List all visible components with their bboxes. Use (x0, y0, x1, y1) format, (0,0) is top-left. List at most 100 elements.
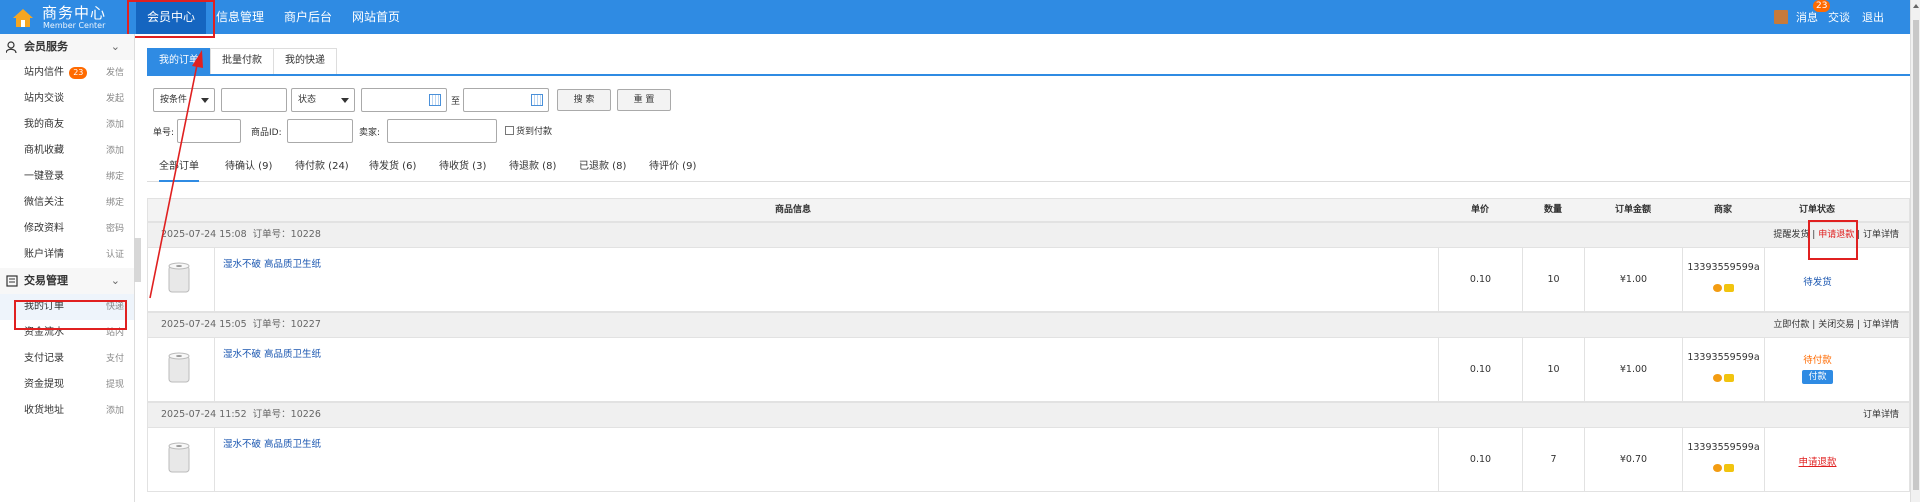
merchant-name[interactable]: 13393559599a (1683, 262, 1764, 273)
sidebar-item-action[interactable]: 添加 (106, 112, 124, 138)
cod-checkbox[interactable] (505, 126, 514, 135)
order-detail-link[interactable]: 订单详情 (1863, 320, 1899, 330)
highlight-refund-box (1808, 220, 1858, 260)
product-id-label: 商品ID: (251, 128, 282, 138)
scrollbar-thumb[interactable] (1913, 20, 1919, 490)
nav-info-management[interactable]: 信息管理 (206, 0, 274, 34)
order-number: 订单号：10226 (252, 409, 321, 420)
product-id-input[interactable] (287, 119, 353, 143)
pay-button[interactable]: 付款 (1802, 370, 1833, 384)
order-detail-link[interactable]: 订单详情 (1863, 410, 1899, 420)
chat-link[interactable]: 交谈 (1828, 9, 1850, 25)
order-tab-refunded[interactable]: 已退款 (8) (579, 156, 626, 182)
sidebar-item-chat[interactable]: 站内交谈 发起 (0, 86, 134, 112)
ledger-icon (6, 275, 18, 287)
annotation-arrow (149, 50, 203, 299)
chevron-down-icon[interactable]: ⌄ (111, 34, 120, 60)
order-body: 湿水不破 高品质卫生纸 0.10 10 ¥1.00 13393559599a 待… (147, 248, 1910, 312)
sidebar-item-favorites[interactable]: 商机收藏 添加 (0, 138, 134, 164)
sidebar-item-address[interactable]: 收货地址 添加 (0, 398, 134, 424)
calendar-icon[interactable] (429, 94, 441, 106)
mail-icon[interactable] (1724, 463, 1734, 472)
merchant-contact-icons (1683, 282, 1764, 293)
sidebar-item-action[interactable]: 添加 (106, 138, 124, 164)
date-from-input[interactable] (361, 88, 447, 112)
nav-website-home[interactable]: 网站首页 (342, 0, 410, 34)
th-quantity: 数量 (1543, 205, 1562, 215)
close-trade-link[interactable]: 关闭交易 (1818, 320, 1854, 330)
product-name-link[interactable]: 湿水不破 高品质卫生纸 (223, 346, 321, 360)
nav-merchant-backend[interactable]: 商户后台 (274, 0, 342, 34)
product-name-link[interactable]: 湿水不破 高品质卫生纸 (223, 256, 321, 270)
sidebar-item-payment-records[interactable]: 支付记录 支付 (0, 346, 134, 372)
product-name-link[interactable]: 湿水不破 高品质卫生纸 (223, 436, 321, 450)
order-tab-to-refund[interactable]: 待退款 (8) (509, 156, 556, 182)
sidebar-item-action[interactable]: 发起 (106, 86, 124, 112)
scroll-up-icon[interactable] (1913, 4, 1919, 8)
avatar[interactable] (1774, 10, 1788, 24)
sidebar-item-action[interactable]: 绑定 (106, 164, 124, 190)
reset-button[interactable]: 重 置 (617, 89, 671, 111)
divider (214, 428, 215, 492)
sidebar-item-action[interactable]: 支付 (106, 346, 124, 372)
order-tab-to-confirm[interactable]: 待确认 (9) (225, 156, 272, 182)
sidebar-item-mail[interactable]: 站内信件 23 发信 (0, 60, 134, 86)
sidebar-item-action[interactable]: 发信 (106, 60, 124, 86)
order-status[interactable]: 待发货 (1765, 274, 1870, 288)
order-actions: 立即付款 | 关闭交易 | 订单详情 (1773, 320, 1899, 330)
sidebar-item-action[interactable]: 绑定 (106, 190, 124, 216)
logout-link[interactable]: 退出 (1862, 9, 1884, 25)
amount-cell: ¥1.00 (1584, 248, 1682, 312)
chat-bubble-icon[interactable] (1713, 463, 1722, 472)
chevron-down-icon[interactable]: ⌄ (111, 268, 120, 294)
order-status[interactable]: 申请退款 (1765, 454, 1870, 468)
order-header: 2025-07-24 15:08 订单号：10228 提醒发货 | 申请退款 |… (147, 222, 1910, 248)
chat-bubble-icon[interactable] (1713, 283, 1722, 292)
sidebar-item-account[interactable]: 账户详情 认证 (0, 242, 134, 268)
sidebar-item-action[interactable]: 密码 (106, 216, 124, 242)
mail-icon[interactable] (1724, 373, 1734, 382)
calendar-icon[interactable] (531, 94, 543, 106)
th-merchant: 商家 (1713, 205, 1732, 215)
seller-input[interactable] (387, 119, 497, 143)
order-tab-to-review[interactable]: 待评价 (9) (649, 156, 696, 182)
chat-bubble-icon[interactable] (1713, 373, 1722, 382)
sidebar-item-withdraw[interactable]: 资金提现 提现 (0, 372, 134, 398)
tab-my-express[interactable]: 我的快递 (273, 48, 337, 74)
product-thumbnail[interactable] (168, 352, 190, 384)
highlight-sidebar-box (14, 300, 127, 330)
order-tab-to-ship[interactable]: 待发货 (6) (369, 156, 416, 182)
order-amount: ¥0.70 (1619, 454, 1648, 465)
messages-link[interactable]: 消息 23 (1796, 0, 1831, 25)
order-tab-to-receive[interactable]: 待收货 (3) (439, 156, 486, 182)
logo[interactable]: 商务中心 Member Center (8, 2, 133, 32)
mail-icon[interactable] (1724, 283, 1734, 292)
sidebar-item-friends[interactable]: 我的商友 添加 (0, 112, 134, 138)
sidebar-item-action[interactable]: 添加 (106, 398, 124, 424)
sidebar-item-action[interactable]: 提现 (106, 372, 124, 398)
sidebar-item-label: 账户详情 (24, 249, 64, 260)
sidebar-group-member-services[interactable]: 会员服务 ⌄ (0, 34, 134, 60)
sidebar-item-wechat[interactable]: 微信关注 绑定 (0, 190, 134, 216)
th-order-amount: 订单金额 (1614, 205, 1651, 215)
status-select[interactable]: 状态 (291, 88, 355, 112)
merchant-contact-icons (1683, 462, 1764, 473)
keyword-input[interactable] (221, 88, 287, 112)
pay-now-link[interactable]: 立即付款 (1773, 320, 1809, 330)
date-to-input[interactable] (463, 88, 549, 112)
sidebar-item-edit-profile[interactable]: 修改资料 密码 (0, 216, 134, 242)
tab-batch-payment[interactable]: 批量付款 (210, 48, 274, 74)
remind-ship-link[interactable]: 提醒发货 (1773, 230, 1809, 240)
sidebar-item-oneclick-login[interactable]: 一键登录 绑定 (0, 164, 134, 190)
sidebar-item-label: 资金提现 (24, 379, 64, 390)
order-tab-to-pay[interactable]: 待付款 (24) (295, 156, 349, 182)
merchant-name[interactable]: 13393559599a (1683, 442, 1764, 453)
sidebar-group-trade-management[interactable]: 交易管理 ⌄ (0, 268, 134, 294)
page-scrollbar[interactable] (1910, 0, 1920, 502)
sidebar-item-action[interactable]: 认证 (106, 242, 124, 268)
product-thumbnail[interactable] (168, 442, 190, 474)
cod-checkbox-wrap[interactable]: 货到付款 (505, 124, 552, 137)
search-button[interactable]: 搜 索 (557, 89, 611, 111)
merchant-name[interactable]: 13393559599a (1683, 352, 1764, 363)
order-detail-link[interactable]: 订单详情 (1863, 230, 1899, 240)
